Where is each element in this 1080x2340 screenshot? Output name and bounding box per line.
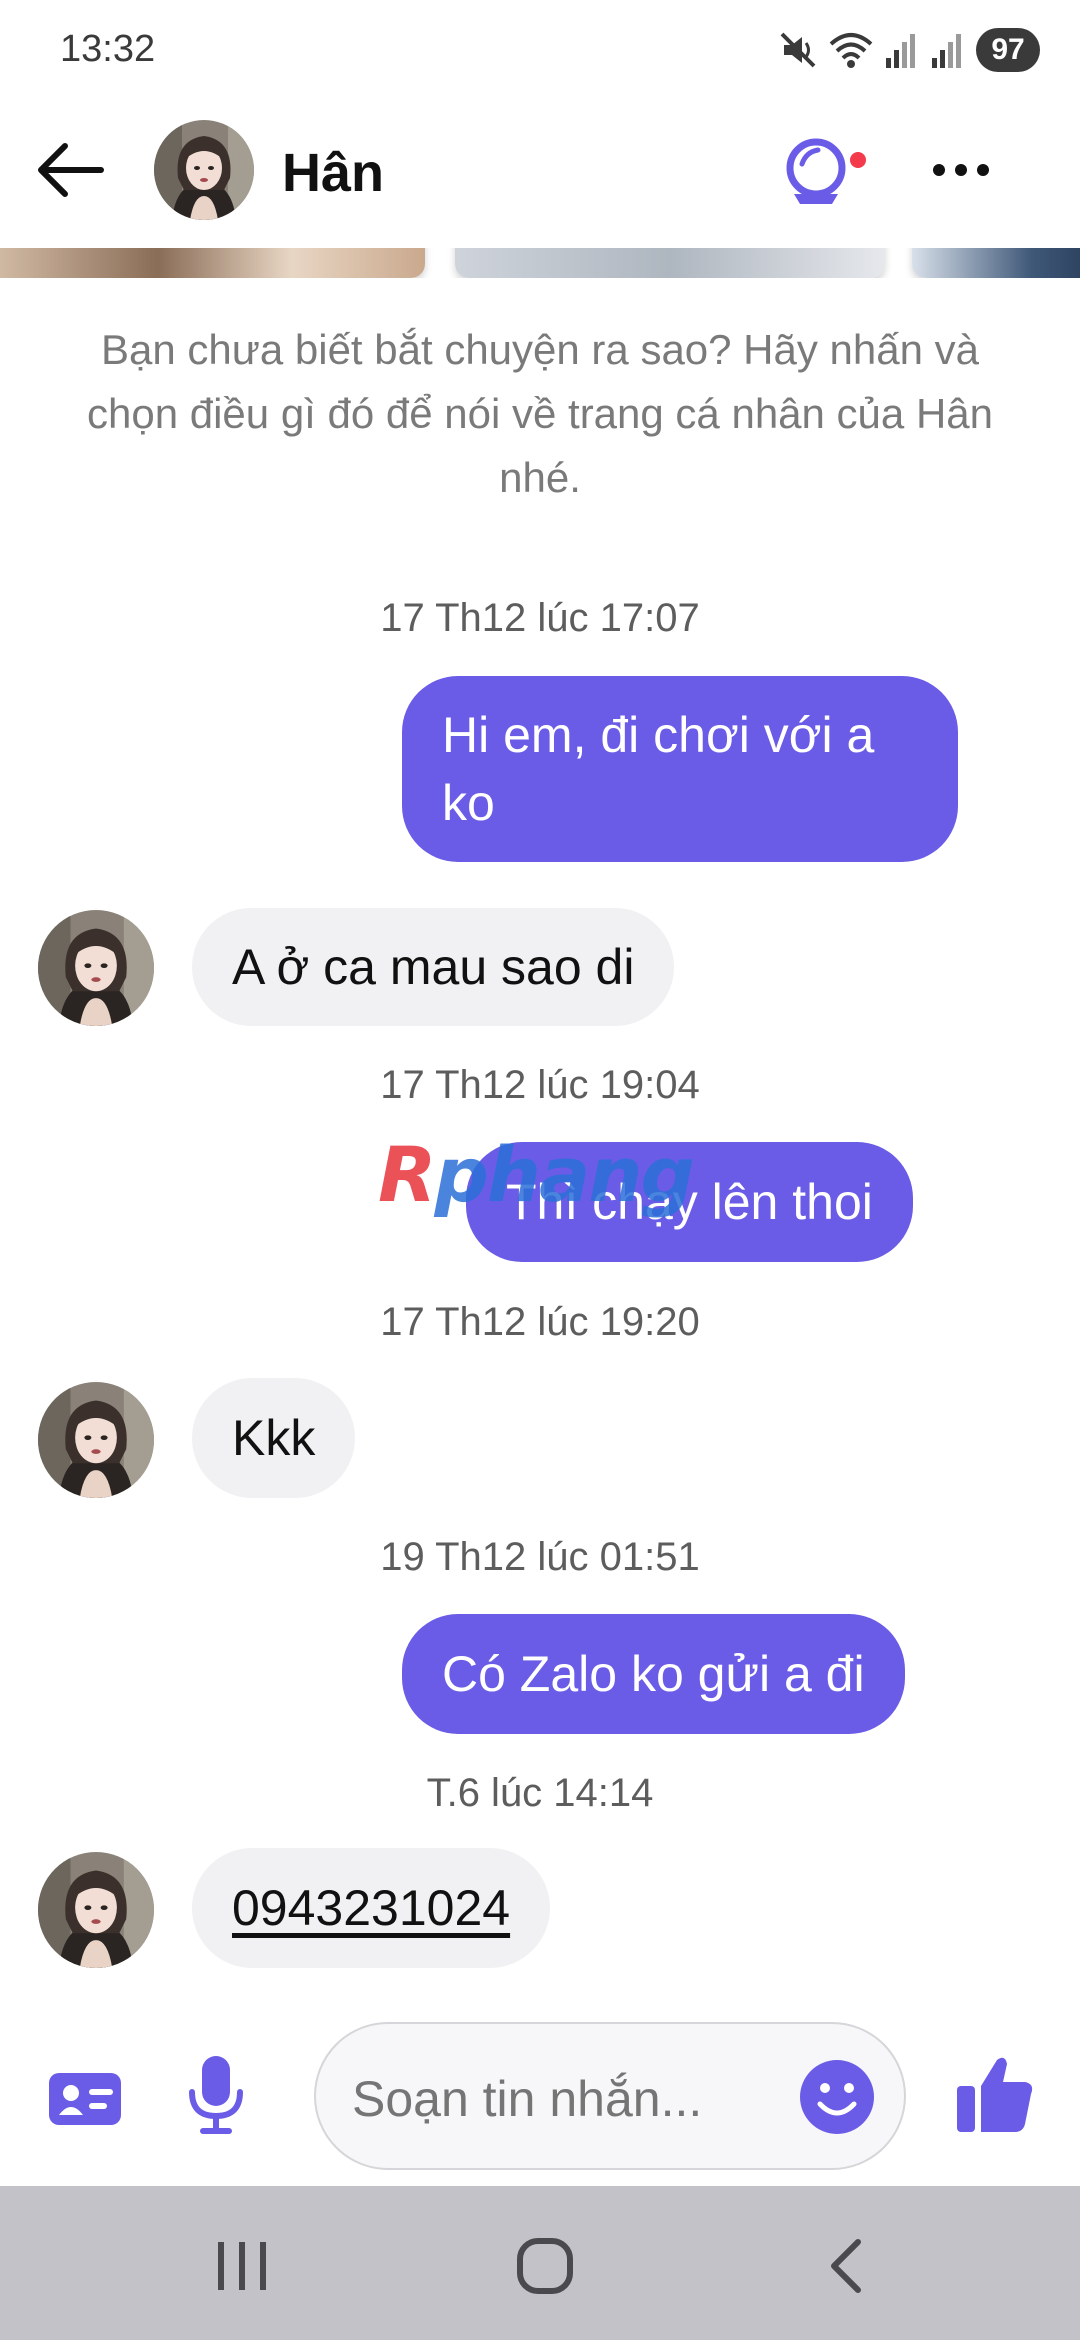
system-navigation-bar [0,2186,1080,2340]
message-text: Kkk [232,1410,316,1466]
incoming-message[interactable]: A ở ca mau sao di [192,908,675,1026]
microphone-button[interactable] [180,2050,252,2140]
profile-card[interactable] [912,248,1080,278]
phone-number-link[interactable]: 0943231024 [232,1874,510,1942]
back-icon [831,2239,861,2293]
outgoing-message[interactable]: Thì chạy lên thoi [466,1142,913,1262]
message-text: Hi em, đi chơi với a ko [442,707,875,831]
profile-card[interactable] [455,248,885,278]
message-composer [0,2010,1080,2185]
wifi-icon [828,30,874,70]
avatar[interactable] [154,120,254,220]
home-icon [517,2238,573,2294]
message-timestamp: 19 Th12 lúc 01:51 [380,1535,700,1579]
mute-icon [778,30,818,70]
system-back-button[interactable] [788,2226,908,2306]
chat-header: Hân [0,100,1080,248]
contact-card-icon [49,2073,121,2125]
message-text: Thì chạy lên thoi [506,1174,873,1230]
thumbs-up-icon [957,2057,1033,2132]
avatar[interactable] [38,1382,154,1498]
message-text: A ở ca mau sao di [232,939,635,995]
conversation-starter-hint: Bạn chưa biết bắt chuyện ra sao? Hãy nhấ… [87,326,993,501]
avatar[interactable] [38,910,154,1026]
profile-card[interactable] [0,248,425,278]
incoming-message[interactable]: 0943231024 [192,1848,551,1968]
status-bar: 13:32 97 [0,0,1080,100]
emoji-icon [800,2060,874,2134]
signal-icon [930,30,966,70]
signal-icon [884,30,920,70]
contact-card-button[interactable] [46,2060,124,2138]
profile-carousel[interactable] [0,248,1080,278]
message-timestamp: 17 Th12 lúc 17:07 [380,596,700,640]
message-input[interactable] [352,2070,772,2128]
avatar[interactable] [38,1852,154,1968]
incoming-message[interactable]: Kkk [192,1378,356,1498]
battery-icon: 97 [976,28,1040,72]
message-input-box[interactable] [314,2022,906,2170]
microphone-icon [189,2056,243,2134]
status-icons: 97 [778,26,1040,74]
video-call-icon [786,138,866,204]
home-button[interactable] [485,2226,605,2306]
message-timestamp: 17 Th12 lúc 19:20 [380,1300,700,1344]
message-timestamp: T.6 lúc 14:14 [426,1771,654,1815]
outgoing-message[interactable]: Có Zalo ko gửi a đi [402,1614,905,1734]
more-button[interactable] [916,130,1006,210]
message-text: Có Zalo ko gửi a đi [442,1646,865,1702]
contact-name[interactable]: Hân [282,142,384,204]
back-arrow-icon [38,143,104,197]
back-button[interactable] [30,130,110,210]
status-time: 13:32 [60,28,156,70]
like-button[interactable] [950,2046,1040,2142]
emoji-button[interactable] [798,2058,876,2136]
recents-button[interactable] [182,2226,302,2306]
recents-icon [218,2242,266,2290]
outgoing-message[interactable]: Hi em, đi chơi với a ko [402,676,958,862]
message-timestamp: 17 Th12 lúc 19:04 [380,1063,700,1107]
more-icon [933,164,989,176]
video-call-button[interactable] [780,130,870,210]
